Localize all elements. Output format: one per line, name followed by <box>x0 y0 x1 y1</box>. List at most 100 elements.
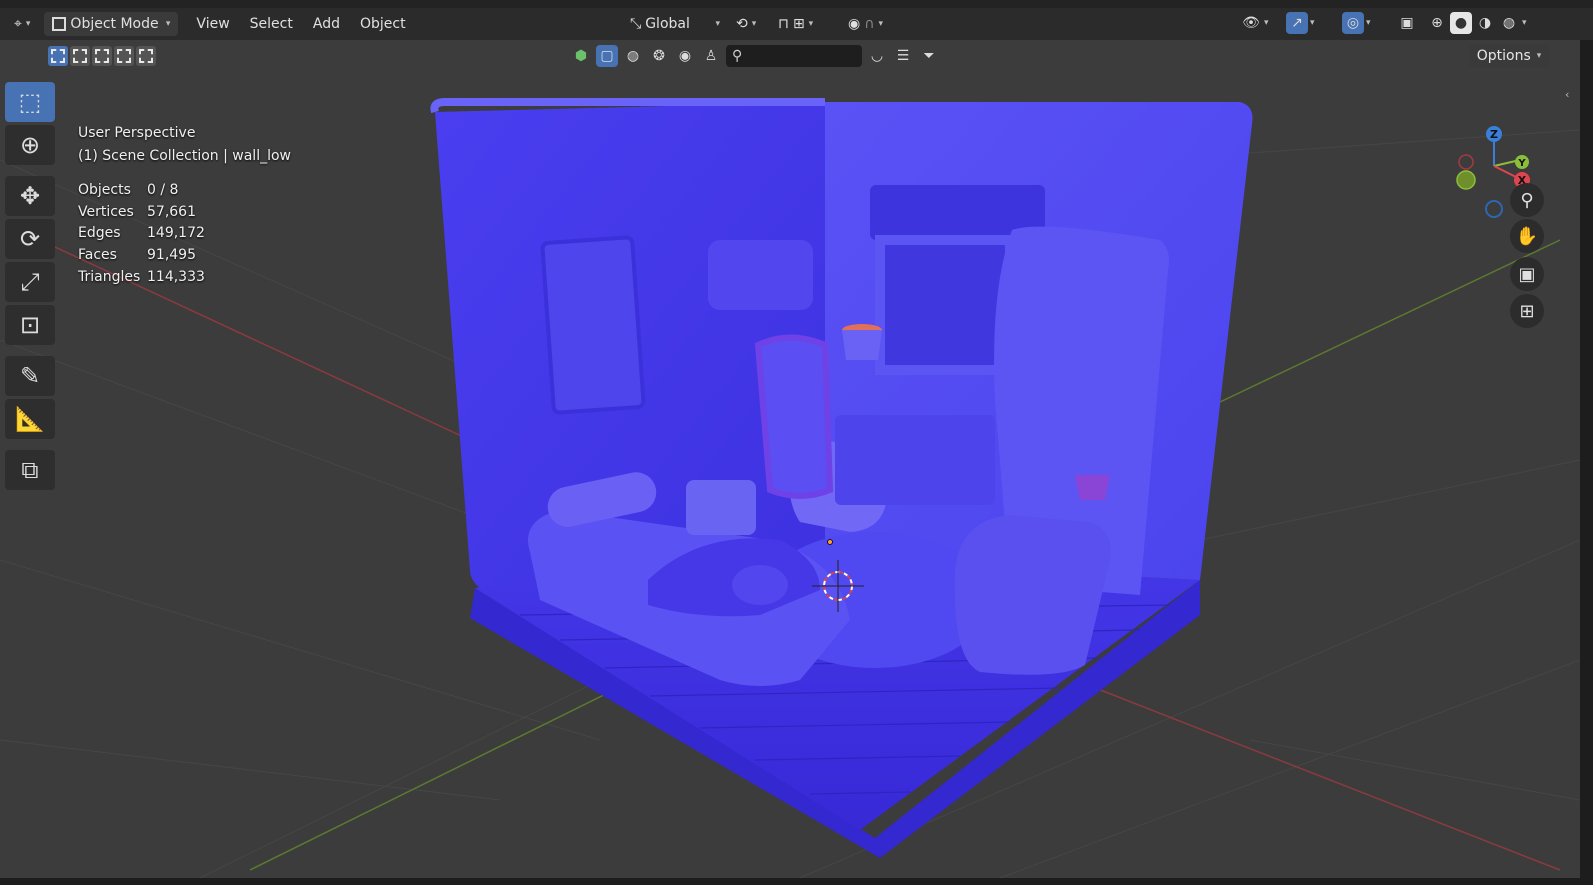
stat-value: 149,172 <box>147 225 205 242</box>
selection-mode-group <box>48 46 156 66</box>
overlays-toggle-icon[interactable]: ◎ <box>1342 12 1364 34</box>
gizmo-neg-y-handle[interactable] <box>1456 170 1476 190</box>
zoom-icon[interactable]: ⚲ <box>1510 183 1544 217</box>
room-model <box>430 98 1253 858</box>
scale-icon[interactable]: ⤢ <box>5 262 55 302</box>
visibility-group: 👁 ▾ <box>1240 12 1269 34</box>
object-data-icon[interactable]: ♙ <box>700 45 722 67</box>
pivot-point-selector[interactable]: ⟲ ▾ <box>728 12 764 36</box>
proportional-edit-icon: ◉ <box>848 16 861 32</box>
stat-label: Vertices <box>78 203 134 220</box>
gizmo-group: ↗ ▾ <box>1286 12 1315 34</box>
snap-increment-icon: ⊞ <box>792 16 805 32</box>
select-box-icon[interactable]: ⬚ <box>5 82 55 122</box>
magnet-icon: ⊓ <box>778 16 789 32</box>
pan-hand-icon[interactable]: ✋ <box>1510 219 1544 253</box>
chevron-down-icon[interactable]: ▾ <box>1264 18 1269 28</box>
rendered-shading-icon[interactable]: ◍ <box>1498 12 1520 34</box>
tool-settings-bar: ⬢ ▢ ◍ ❂ ◉ ♙ ⚲ ◡ ☰ ⏷ Options ▾ <box>0 40 1580 74</box>
mesh-filter-icon[interactable]: ◍ <box>622 45 644 67</box>
chevron-down-icon[interactable]: ▾ <box>1366 18 1371 28</box>
stat-value: 0 / 8 <box>147 182 179 198</box>
proportional-edit-toggle[interactable]: ◉ ∩ ▾ <box>840 12 891 36</box>
mode-label: Object Mode <box>70 16 159 32</box>
gizmo-toggle-icon[interactable]: ↗ <box>1286 12 1308 34</box>
world-filter-icon[interactable]: ◉ <box>674 45 696 67</box>
stat-value: 114,333 <box>147 268 205 285</box>
search-icon: ⚲ <box>732 48 743 64</box>
viewport-header: ⌖ ▾ Object Mode ▾ View Select Add Object … <box>0 8 1593 40</box>
menu-add[interactable]: Add <box>303 16 350 32</box>
measure-icon[interactable]: 📐 <box>5 399 55 439</box>
select-subtract-icon[interactable] <box>92 46 112 66</box>
y-axis-line <box>1219 239 1561 403</box>
origin-point <box>827 539 833 545</box>
stat-value: 57,661 <box>147 203 196 220</box>
rotate-icon[interactable]: ⟳ <box>5 219 55 259</box>
3d-viewport[interactable]: User Perspective (1) Scene Collection | … <box>0 40 1580 878</box>
solid-shading-icon[interactable]: ● <box>1450 12 1472 34</box>
snap-toggle[interactable]: ⊓ ⊞ ▾ <box>770 12 821 36</box>
overlay-group: ◎ ▾ <box>1342 12 1371 34</box>
material-shading-icon[interactable]: ◑ <box>1474 12 1496 34</box>
mode-selector[interactable]: Object Mode ▾ <box>44 12 179 36</box>
link-icon[interactable]: ◡ <box>866 45 888 67</box>
cursor-icon[interactable]: ⊕ <box>5 125 55 165</box>
transform-icon[interactable]: ⊡ <box>5 305 55 345</box>
select-intersect-icon[interactable] <box>136 46 156 66</box>
gizmo-neg-x-handle[interactable] <box>1458 154 1474 170</box>
view-name: User Perspective <box>78 125 196 141</box>
collection-line: (1) Scene Collection | wall_low <box>78 147 291 164</box>
stat-label: Objects <box>78 182 131 198</box>
scene-icon[interactable]: ⬢ <box>570 45 592 67</box>
gizmo-y-label: Y <box>1517 158 1526 169</box>
chevron-down-icon: ▾ <box>25 19 31 29</box>
xray-toggle-icon[interactable]: ▣ <box>1396 12 1418 34</box>
stat-label: Edges <box>78 225 121 242</box>
chevron-down-icon: ▾ <box>808 19 814 29</box>
menu-object[interactable]: Object <box>350 16 416 32</box>
orientation-selector[interactable]: ⤡ Global ▾ <box>622 12 728 36</box>
options-label: Options <box>1476 48 1531 64</box>
material-filter-icon[interactable]: ❂ <box>648 45 670 67</box>
options-dropdown[interactable]: Options ▾ <box>1469 44 1549 68</box>
add-cube-icon[interactable]: ⧉ <box>5 450 55 490</box>
sort-icon[interactable]: ☰ <box>892 45 914 67</box>
chevron-down-icon[interactable]: ▾ <box>1522 18 1527 28</box>
chevron-down-icon: ▾ <box>878 19 883 29</box>
move-icon[interactable]: ✥ <box>5 176 55 216</box>
shading-group: ▣ ⊕ ● ◑ ◍ ▾ <box>1396 12 1527 34</box>
object-mode-icon <box>52 17 67 31</box>
x-axis-line-far <box>1079 681 1561 871</box>
chevron-down-icon[interactable]: ▾ <box>1310 18 1315 28</box>
editor-type-button[interactable]: ⌖ ▾ <box>6 12 38 36</box>
stat-value: 91,495 <box>147 247 196 264</box>
orientation-label: Global <box>645 16 690 32</box>
object-type-filters: ⬢ ▢ ◍ ❂ ◉ ♙ ⚲ ◡ ☰ ⏷ <box>570 45 940 67</box>
camera-icon[interactable]: ▣ <box>1510 257 1544 291</box>
chevron-down-icon: ▾ <box>715 19 720 29</box>
object-filter-icon[interactable]: ▢ <box>596 45 618 67</box>
bottom-edge <box>0 878 1593 885</box>
menu-view[interactable]: View <box>186 16 239 32</box>
pivot-icon: ⟲ <box>736 16 748 32</box>
annotate-icon[interactable]: ✎ <box>5 356 55 396</box>
wireframe-shading-icon[interactable]: ⊕ <box>1426 12 1448 34</box>
stat-label: Faces <box>78 247 117 264</box>
ortho-grid-icon[interactable]: ⊞ <box>1510 294 1544 328</box>
gizmo-neg-z-handle[interactable] <box>1485 200 1503 218</box>
3d-viewport-icon: ⌖ <box>14 16 22 32</box>
filter-icon[interactable]: ⏷ <box>918 45 940 67</box>
stat-label: Triangles <box>78 268 141 285</box>
select-invert-icon[interactable] <box>114 46 134 66</box>
right-edge-panel <box>1580 40 1593 878</box>
scene-statistics: Objects 0 / 8 Vertices 57,661 Edges 149,172… <box>78 180 291 289</box>
select-extend-icon[interactable] <box>70 46 90 66</box>
top-tab-strip <box>0 0 1593 8</box>
eye-icon[interactable]: 👁 <box>1240 12 1262 34</box>
select-new-icon[interactable] <box>48 46 68 66</box>
search-input[interactable]: ⚲ <box>726 45 862 67</box>
menu-select[interactable]: Select <box>240 16 303 32</box>
sidebar-toggle-icon[interactable]: ‹ <box>1565 88 1569 101</box>
falloff-curve-icon: ∩ <box>864 16 875 32</box>
